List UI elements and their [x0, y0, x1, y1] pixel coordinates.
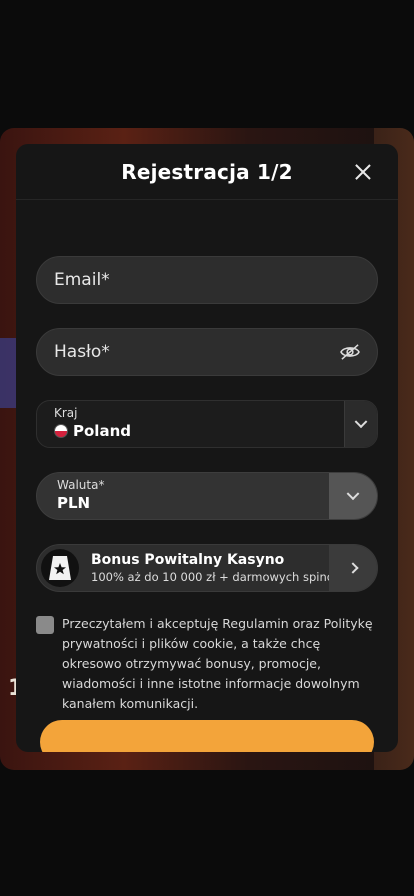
poland-flag-icon — [54, 424, 68, 438]
bonus-selector[interactable]: Bonus Powitalny Kasyno 100% aż do 10 000… — [36, 544, 378, 592]
password-field[interactable] — [36, 328, 378, 376]
country-value-text: Poland — [73, 422, 131, 440]
password-input[interactable] — [37, 329, 377, 375]
country-label: Kraj — [54, 406, 78, 420]
consent-block: Przeczytałem i akceptuję Regulamin oraz … — [36, 614, 378, 714]
modal-title: Rejestracja 1/2 — [121, 160, 293, 184]
country-dropdown-button[interactable] — [344, 401, 377, 447]
currency-select[interactable]: Waluta* PLN — [36, 472, 378, 520]
chevron-down-icon — [346, 487, 360, 501]
registration-modal: Rejestracja 1/2 Kraj Poland — [16, 144, 398, 752]
currency-dropdown-button[interactable] — [329, 473, 377, 519]
page: 1 Rejestracja 1/2 Kraj Poland — [0, 0, 414, 896]
bonus-arrow-button[interactable] — [329, 545, 377, 591]
bonus-title: Bonus Powitalny Kasyno — [91, 552, 285, 568]
country-select[interactable]: Kraj Poland — [36, 400, 378, 448]
modal-header: Rejestracja 1/2 — [16, 144, 398, 200]
continue-button[interactable] — [40, 720, 374, 752]
currency-value: PLN — [57, 494, 91, 512]
currency-label: Waluta* — [57, 478, 105, 492]
country-value: Poland — [54, 422, 131, 440]
close-icon[interactable] — [352, 161, 374, 183]
brand-logo-icon — [41, 549, 79, 587]
chevron-right-icon — [347, 562, 359, 574]
bonus-subtitle: 100% aż do 10 000 zł + darmowych spinów — [91, 570, 344, 584]
email-field[interactable] — [36, 256, 378, 304]
chevron-down-icon — [354, 415, 368, 429]
consent-text: Przeczytałem i akceptuję Regulamin oraz … — [62, 616, 373, 711]
email-input[interactable] — [37, 257, 377, 303]
eye-slash-icon[interactable] — [339, 343, 361, 361]
consent-checkbox[interactable] — [36, 616, 54, 634]
